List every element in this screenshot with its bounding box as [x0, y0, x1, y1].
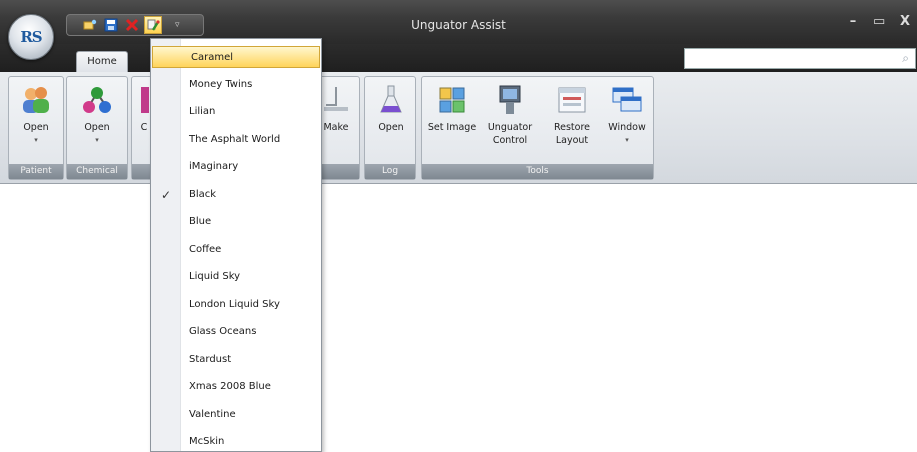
ribbon-group-tools: Set Image Unguator Control Restore Layou…: [421, 76, 654, 180]
skin-menu-item-label: Valentine: [189, 408, 236, 420]
unguator-control-label: Unguator Control: [487, 122, 533, 146]
skin-menu-item[interactable]: Coffee: [151, 239, 321, 261]
restore-layout-label: Restore Layout: [553, 122, 591, 146]
skin-menu-item[interactable]: Caramel: [152, 46, 320, 68]
skin-menu-item[interactable]: Glass Oceans: [151, 321, 321, 343]
open-log-label: Open: [378, 122, 404, 133]
skin-menu-item-label: Stardust: [189, 353, 232, 365]
window-controls: – ▭ X: [847, 14, 911, 29]
application-window: Unguator Assist – ▭ X RS ▿ Home ⌕ Open ▾…: [0, 0, 917, 452]
ribbon-tab-bar: Home ⌕: [0, 44, 917, 72]
skin-menu-item[interactable]: London Liquid Sky: [151, 294, 321, 316]
patients-icon: [23, 87, 49, 113]
paint-brush-icon: [147, 19, 160, 31]
window-button[interactable]: Window ▾: [602, 83, 652, 147]
set-image-icon: [439, 87, 465, 113]
group-label-chemical: Chemical: [67, 164, 127, 179]
open-log-button[interactable]: Open: [367, 83, 415, 134]
set-image-button[interactable]: Set Image: [424, 83, 480, 134]
skin-menu-item[interactable]: Stardust: [151, 349, 321, 371]
chevron-down-icon: ▾: [34, 136, 38, 144]
skin-menu-item-label: Black: [189, 188, 217, 200]
skin-menu-item[interactable]: Liquid Sky: [151, 266, 321, 288]
skin-menu-item[interactable]: Lilian: [151, 101, 321, 123]
skin-menu-item-label: Blue: [189, 216, 212, 227]
new-file-icon: [83, 19, 97, 30]
skin-menu-item-label: Lilian: [189, 106, 216, 117]
make-icon: [324, 87, 348, 111]
maximize-button[interactable]: ▭: [873, 14, 885, 29]
skin-menu-item[interactable]: The Asphalt World: [151, 129, 321, 151]
close-button[interactable]: X: [899, 14, 911, 29]
ribbon-group-chemical: Open ▾ Chemical: [66, 76, 128, 180]
ribbon: Open ▾ Patient Open ▾ Chemical C Make Op…: [0, 72, 917, 184]
partially-hidden-label: C: [140, 122, 148, 133]
checkmark-icon: ✓: [161, 187, 172, 202]
skin-menu-button[interactable]: [144, 16, 162, 34]
minimize-button[interactable]: –: [847, 14, 859, 29]
group-label-patient: Patient: [9, 164, 63, 179]
skin-menu-item-label: Coffee: [189, 243, 222, 255]
skin-menu-item-label: iMaginary: [189, 161, 239, 172]
windows-icon: [612, 87, 642, 112]
open-chemical-label: Open: [84, 122, 110, 133]
ribbon-group-patient: Open ▾ Patient: [8, 76, 64, 180]
skin-menu-item-label: Xmas 2008 Blue: [189, 381, 271, 392]
restore-layout-button[interactable]: Restore Layout: [546, 83, 598, 147]
new-file-button[interactable]: [81, 16, 99, 34]
skin-menu-item-label: Money Twins: [189, 78, 253, 90]
skin-dropdown-menu: Caramel Money Twins Lilian The Asphalt Worl…: [150, 38, 322, 452]
group-label-log: Log: [365, 164, 415, 179]
skin-menu-item[interactable]: iMaginary: [151, 156, 321, 178]
document-icon: [141, 87, 149, 113]
delete-button[interactable]: [123, 16, 141, 34]
skin-menu-item-label: Glass Oceans: [189, 326, 257, 337]
open-patient-button[interactable]: Open ▾: [12, 83, 60, 147]
restore-layout-icon: [558, 87, 586, 113]
skin-menu-item[interactable]: Blue: [151, 211, 321, 233]
unguator-control-button[interactable]: Unguator Control: [484, 83, 536, 147]
quick-access-toolbar: ▿: [66, 14, 204, 36]
skin-menu-item[interactable]: McSkin: [151, 431, 321, 451]
skin-menu-item[interactable]: ✓ Black: [151, 184, 321, 206]
skin-menu-item-label: London Liquid Sky: [189, 298, 280, 310]
open-patient-label: Open: [23, 122, 49, 133]
app-logo: RS: [20, 28, 42, 46]
save-button[interactable]: [102, 16, 120, 34]
molecule-icon: [83, 87, 111, 113]
window-label: Window: [608, 122, 646, 133]
group-label-tools: Tools: [422, 164, 653, 179]
delete-x-icon: [125, 18, 139, 32]
quick-access-customize-icon[interactable]: ▿: [175, 20, 180, 30]
skin-menu-item-label: Liquid Sky: [189, 271, 241, 282]
ribbon-group-log: Open Log: [364, 76, 416, 180]
skin-menu-item-label: McSkin: [189, 436, 225, 447]
flask-icon: [380, 85, 402, 113]
chevron-down-icon: ▾: [95, 136, 99, 144]
tab-home[interactable]: Home: [76, 51, 128, 72]
skin-menu-item[interactable]: Valentine: [151, 404, 321, 426]
application-menu-button[interactable]: RS: [8, 14, 54, 60]
unguator-control-icon: [499, 85, 521, 114]
make-label: Make: [323, 122, 349, 133]
skin-menu-item[interactable]: Xmas 2008 Blue: [151, 376, 321, 398]
search-icon[interactable]: ⌕: [902, 51, 909, 66]
chevron-down-icon: ▾: [625, 136, 629, 144]
open-chemical-button[interactable]: Open ▾: [73, 83, 121, 147]
save-icon: [104, 18, 118, 32]
skin-menu-item-label: The Asphalt World: [189, 133, 281, 145]
set-image-label: Set Image: [427, 122, 477, 133]
skin-menu-item[interactable]: Money Twins: [151, 74, 321, 96]
skin-menu-item-label: Caramel: [191, 52, 234, 63]
search-input[interactable]: ⌕: [684, 48, 916, 69]
